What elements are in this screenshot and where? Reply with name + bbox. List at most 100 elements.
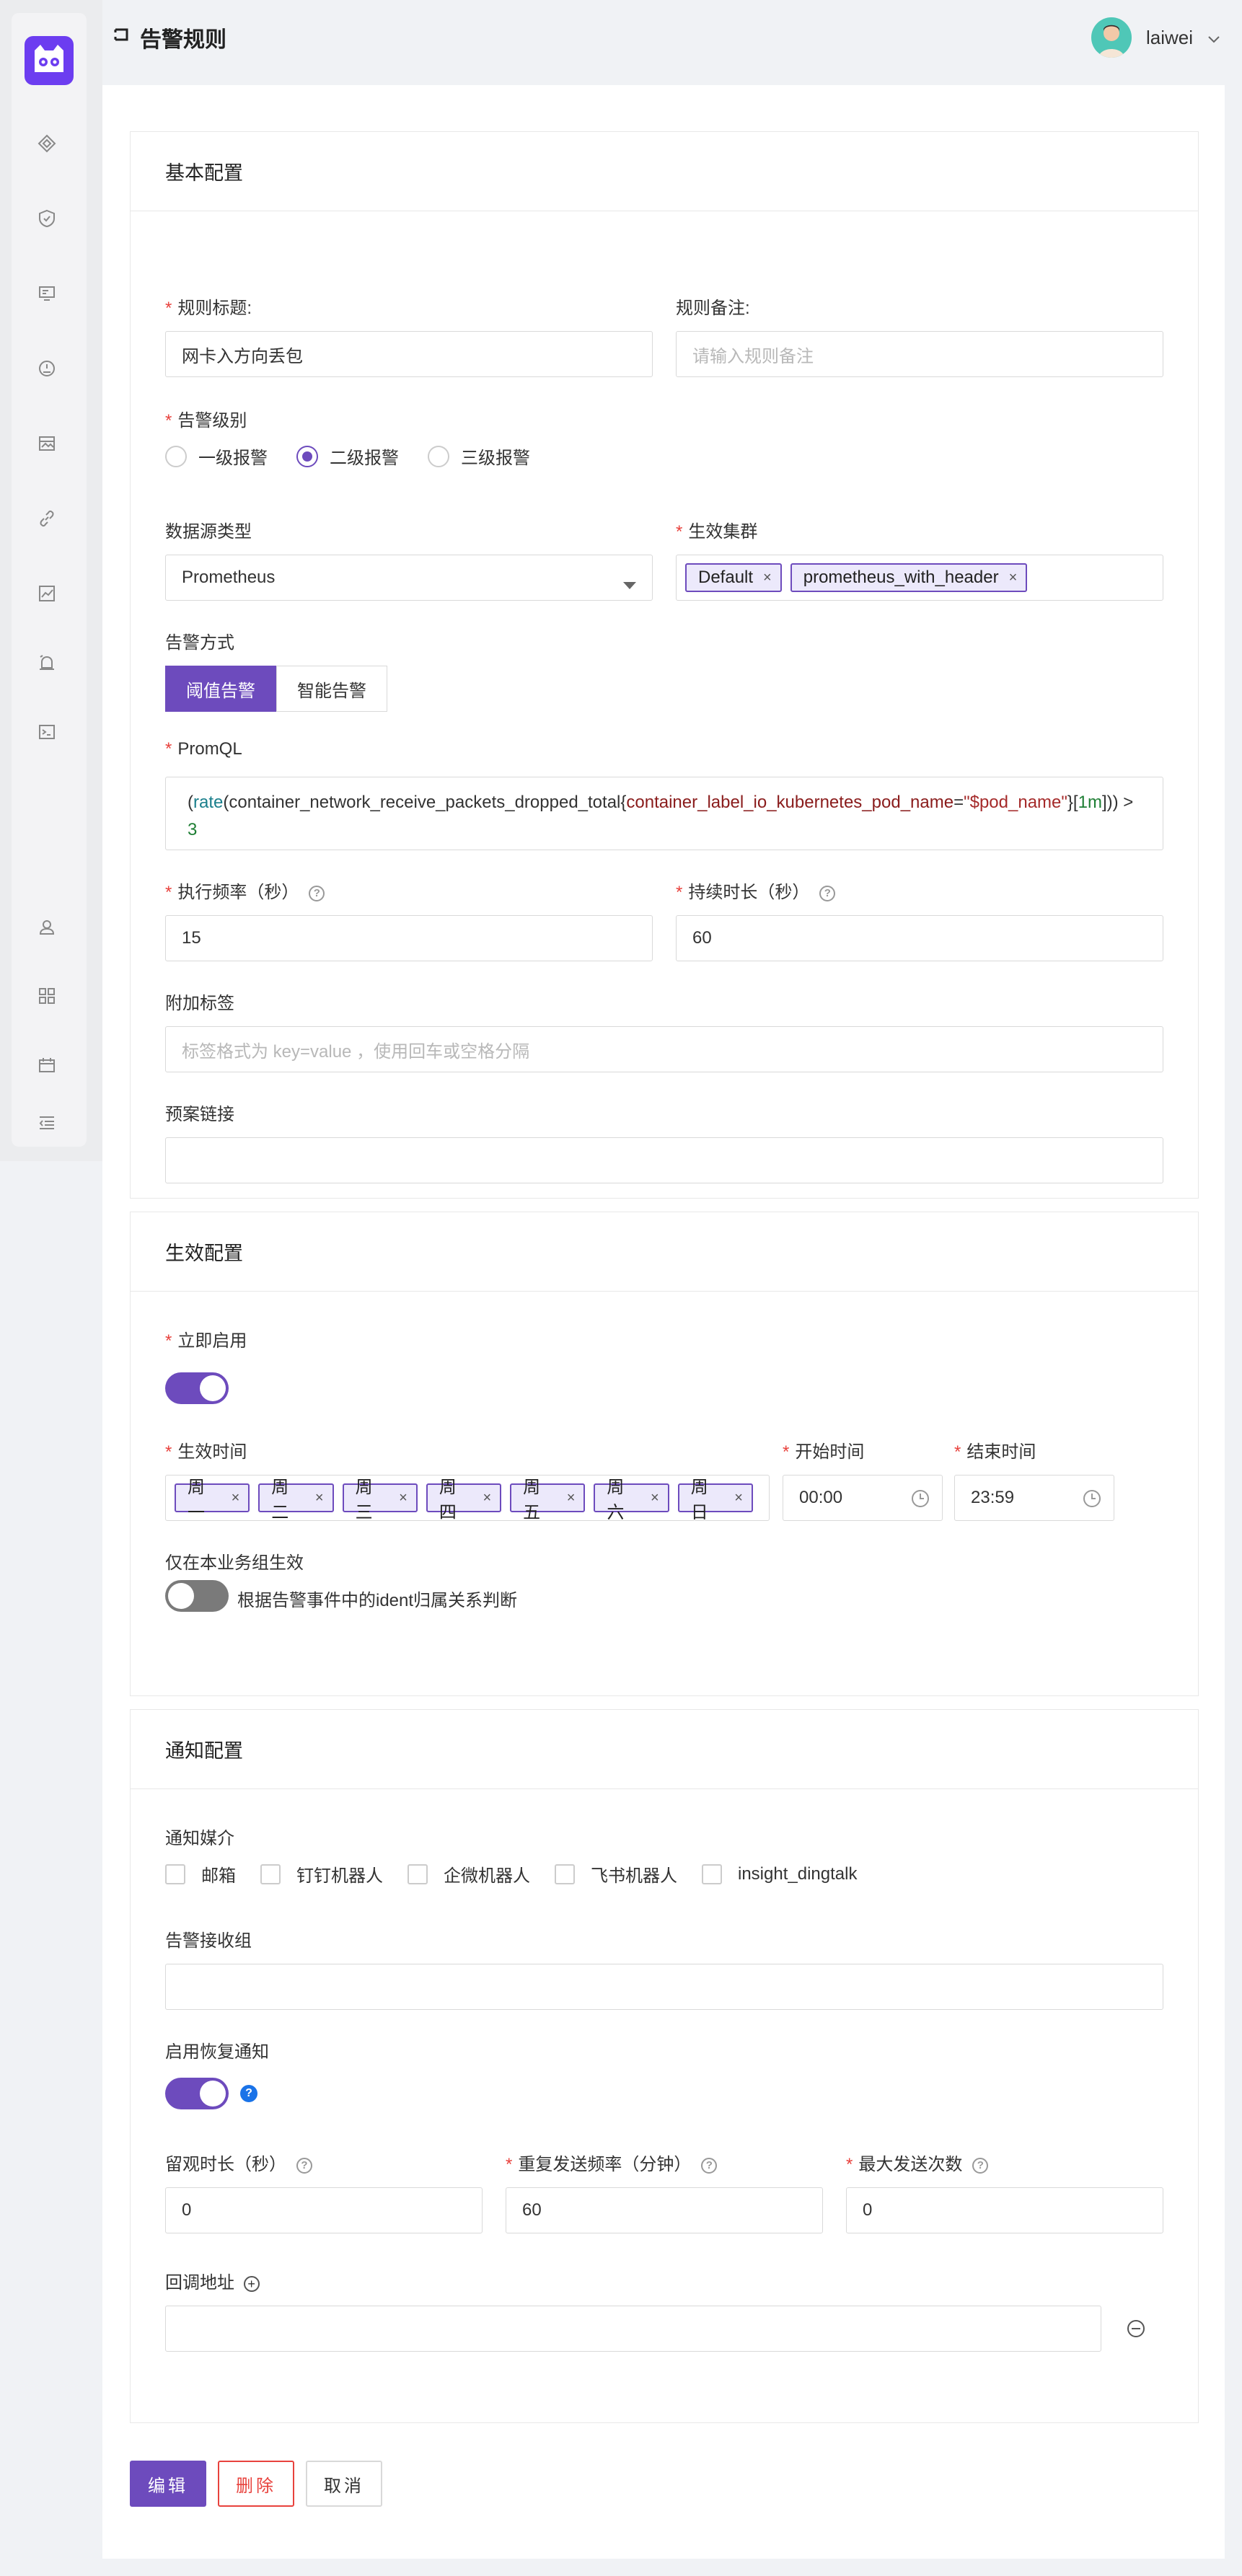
smart-mode-button[interactable]: 智能告警 — [276, 666, 387, 712]
close-icon[interactable]: × — [1009, 570, 1018, 586]
alarm-icon[interactable] — [36, 652, 58, 674]
datasource-select[interactable]: Prometheus — [165, 555, 653, 601]
channel-checkbox[interactable]: insight_dingtalk — [702, 1863, 857, 1884]
recovery-label: 启用恢复通知 — [165, 2042, 269, 2062]
enable-toggle[interactable] — [165, 1372, 229, 1404]
busi-group-toggle[interactable] — [165, 1580, 229, 1612]
basic-config-section: 基本配置 * 规则标题: 网卡入方向丢包 规则备注: 请输入规则备注 * 告警级别 … — [130, 131, 1199, 1199]
recovery-toggle[interactable] — [165, 2078, 229, 2109]
eval-interval-input[interactable]: 15 — [165, 915, 653, 961]
edit-button[interactable]: 编辑 — [130, 2461, 206, 2507]
max-send-input[interactable]: 0 — [846, 2187, 1163, 2233]
threshold-mode-button[interactable]: 阈值告警 — [165, 666, 276, 712]
calendar-icon[interactable] — [36, 1054, 58, 1076]
severity-option-2[interactable]: 二级报警 — [296, 444, 399, 469]
severity-option-3[interactable]: 三级报警 — [428, 444, 530, 469]
close-icon[interactable]: × — [567, 1490, 576, 1507]
repeat-input[interactable]: 60 — [506, 2187, 823, 2233]
help-icon[interactable]: ? — [819, 885, 836, 901]
shield-icon[interactable] — [36, 208, 58, 229]
rule-title-input[interactable]: 网卡入方向丢包 — [165, 331, 653, 377]
days-select[interactable]: 周一 × 周二 × 周三 × 周四 × 周五 × 周六 × 周日 × — [165, 1475, 770, 1522]
chevron-down-icon[interactable] — [1207, 27, 1220, 49]
observe-input[interactable]: 0 — [165, 2187, 483, 2233]
days-label: * 生效时间 — [165, 1442, 247, 1462]
delete-button[interactable]: 删除 — [218, 2461, 294, 2507]
busi-group-hint: 根据告警事件中的ident归属关系判断 — [237, 1591, 518, 1610]
user-icon[interactable] — [36, 916, 58, 938]
sidebar — [0, 0, 102, 1161]
radio-checked-icon — [296, 445, 318, 467]
section-title: 通知配置 — [131, 1710, 1198, 1789]
severity-label: * 告警级别 — [165, 411, 247, 431]
cluster-tag: Default × — [685, 563, 782, 592]
channel-checkbox[interactable]: 飞书机器人 — [555, 1861, 677, 1887]
avatar[interactable] — [1091, 17, 1132, 58]
cluster-tag: prometheus_with_header × — [790, 563, 1028, 592]
callback-input[interactable] — [165, 2306, 1101, 2352]
checkbox-icon — [260, 1863, 281, 1884]
add-circle-icon[interactable]: + — [243, 2275, 260, 2292]
severity-radio-group: 一级报警 二级报警 三级报警 — [165, 444, 530, 469]
day-tag: 周二 × — [258, 1478, 334, 1522]
close-icon[interactable]: × — [483, 1490, 491, 1507]
close-icon[interactable]: × — [232, 1490, 240, 1507]
back-icon[interactable] — [113, 25, 131, 50]
channel-checkbox[interactable]: 邮箱 — [165, 1861, 236, 1887]
close-icon[interactable]: × — [734, 1490, 743, 1507]
username: laiwei — [1145, 26, 1193, 48]
rule-note-input[interactable]: 请输入规则备注 — [676, 331, 1163, 377]
terminal-icon[interactable] — [36, 721, 58, 743]
help-icon[interactable]: ? — [296, 2157, 312, 2174]
checkbox-icon — [408, 1863, 428, 1884]
link-icon[interactable] — [36, 508, 58, 529]
channel-checkbox[interactable]: 钉钉机器人 — [260, 1861, 383, 1887]
page-title: 告警规则 — [113, 22, 226, 53]
enable-label: * 立即启用 — [165, 1331, 247, 1351]
close-icon[interactable]: × — [399, 1490, 408, 1507]
page-title-text: 告警规则 — [140, 28, 226, 52]
channels-label: 通知媒介 — [165, 1829, 234, 1848]
help-icon[interactable]: ? — [972, 2157, 989, 2174]
close-icon[interactable]: × — [763, 570, 772, 586]
channel-checkbox[interactable]: 企微机器人 — [408, 1861, 530, 1887]
eval-interval-label: * 执行频率（秒）? — [165, 878, 325, 903]
dashboard-icon[interactable] — [36, 358, 58, 379]
datasource-label: 数据源类型 — [165, 522, 252, 542]
duration-input[interactable]: 60 — [676, 915, 1163, 961]
cancel-button[interactable]: 取消 — [306, 2461, 382, 2507]
close-icon[interactable]: × — [651, 1490, 659, 1507]
severity-option-1[interactable]: 一级报警 — [165, 444, 268, 469]
apps-icon[interactable] — [36, 985, 58, 1007]
receivers-select[interactable] — [165, 1964, 1163, 2010]
user-menu[interactable]: laiwei — [1091, 17, 1220, 58]
monitor-icon[interactable] — [36, 283, 58, 304]
alert-mode-label: 告警方式 — [165, 633, 234, 653]
rule-note-label: 规则备注: — [676, 299, 750, 318]
callback-label: 回调地址 + — [165, 2268, 260, 2293]
section-title: 基本配置 — [131, 132, 1198, 211]
rule-title-label: * 规则标题: — [165, 299, 252, 318]
extra-tags-input[interactable]: 标签格式为 key=value ，使用回车或空格分隔 — [165, 1026, 1163, 1072]
duration-label: * 持续时长（秒）? — [676, 878, 836, 903]
chart-icon[interactable] — [36, 583, 58, 604]
image-icon[interactable] — [36, 433, 58, 454]
day-tag: 周日 × — [677, 1478, 753, 1522]
alert-mode-toggle: 阈值告警 智能告警 — [165, 666, 387, 712]
collapse-menu-icon[interactable] — [36, 1112, 58, 1134]
end-time-label: * 结束时间 — [954, 1442, 1036, 1462]
main-content: 基本配置 * 规则标题: 网卡入方向丢包 规则备注: 请输入规则备注 * 告警级别 … — [102, 85, 1225, 2559]
start-time-picker[interactable]: 00:00 — [783, 1475, 943, 1521]
help-icon[interactable]: ? — [240, 2085, 257, 2102]
end-time-picker[interactable]: 23:59 — [954, 1475, 1114, 1521]
cluster-select[interactable]: Default × prometheus_with_header × — [676, 555, 1163, 601]
promql-editor[interactable]: (rate(container_network_receive_packets_… — [165, 777, 1163, 850]
remove-circle-icon[interactable] — [1127, 2320, 1145, 2337]
help-icon[interactable]: ? — [309, 885, 325, 901]
help-icon[interactable]: ? — [701, 2157, 718, 2174]
runbook-input[interactable] — [165, 1137, 1163, 1183]
checkbox-icon — [555, 1863, 575, 1884]
close-icon[interactable]: × — [315, 1490, 324, 1507]
diamond-icon[interactable] — [36, 133, 58, 154]
app-logo[interactable] — [25, 36, 74, 85]
